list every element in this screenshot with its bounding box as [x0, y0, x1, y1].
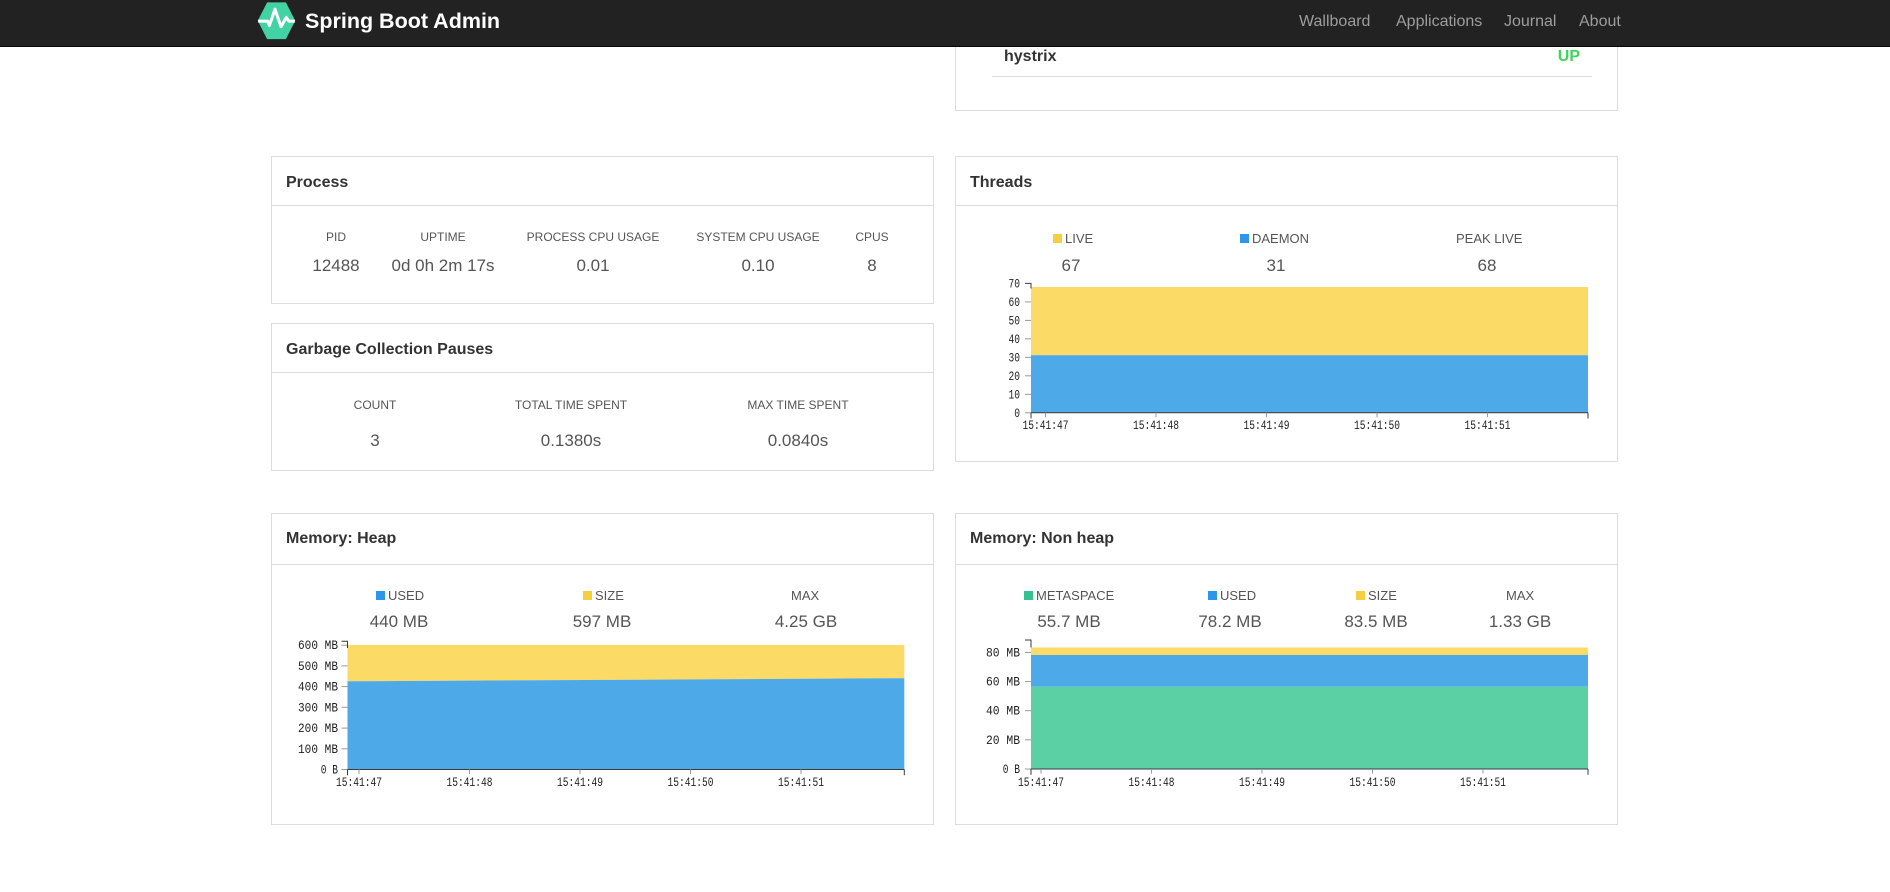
svg-text:15:41:49: 15:41:49 — [1239, 775, 1285, 790]
svg-text:15:41:49: 15:41:49 — [557, 775, 603, 790]
svg-text:20 MB: 20 MB — [986, 733, 1020, 748]
svg-text:15:41:50: 15:41:50 — [1350, 775, 1396, 790]
svg-text:15:41:51: 15:41:51 — [1465, 418, 1511, 433]
svg-text:15:41:48: 15:41:48 — [1129, 775, 1175, 790]
svg-text:30: 30 — [1009, 350, 1021, 365]
svg-text:60 MB: 60 MB — [986, 675, 1020, 690]
svg-text:200 MB: 200 MB — [298, 721, 338, 736]
svg-text:40: 40 — [1009, 332, 1021, 347]
svg-text:15:41:48: 15:41:48 — [447, 775, 493, 790]
svg-text:60: 60 — [1009, 295, 1021, 310]
svg-text:40 MB: 40 MB — [986, 704, 1020, 719]
svg-text:15:41:51: 15:41:51 — [778, 775, 824, 790]
svg-text:100 MB: 100 MB — [298, 742, 338, 757]
svg-text:15:41:47: 15:41:47 — [1023, 418, 1069, 433]
svg-text:15:41:48: 15:41:48 — [1133, 418, 1179, 433]
svg-text:15:41:47: 15:41:47 — [336, 775, 382, 790]
svg-text:0: 0 — [1014, 406, 1020, 421]
svg-text:10: 10 — [1009, 387, 1021, 402]
svg-text:600 MB: 600 MB — [298, 638, 338, 653]
svg-text:50: 50 — [1009, 313, 1021, 328]
svg-text:15:41:47: 15:41:47 — [1018, 775, 1064, 790]
svg-text:80 MB: 80 MB — [986, 645, 1020, 660]
svg-text:15:41:50: 15:41:50 — [668, 775, 714, 790]
svg-text:300 MB: 300 MB — [298, 700, 338, 715]
svg-text:400 MB: 400 MB — [298, 680, 338, 695]
svg-text:15:41:49: 15:41:49 — [1244, 418, 1290, 433]
svg-text:15:41:50: 15:41:50 — [1354, 418, 1400, 433]
svg-text:20: 20 — [1009, 369, 1021, 384]
svg-text:15:41:51: 15:41:51 — [1460, 775, 1506, 790]
svg-text:500 MB: 500 MB — [298, 659, 338, 674]
svg-text:70: 70 — [1009, 276, 1021, 291]
